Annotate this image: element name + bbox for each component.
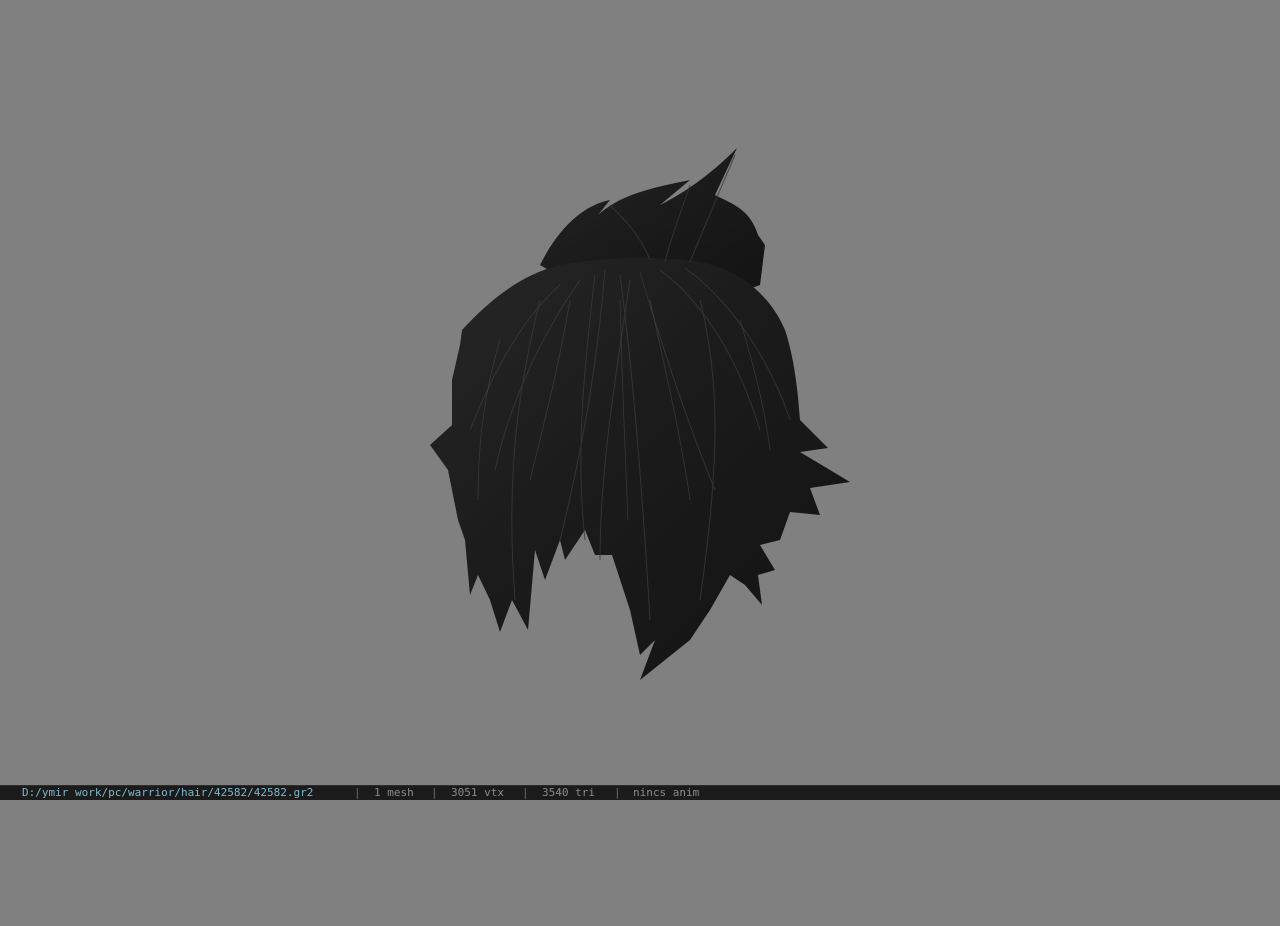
status-file-path: D:/ymir work/pc/warrior/hair/42582/42582… xyxy=(22,786,314,799)
3d-viewport[interactable] xyxy=(0,0,1280,785)
status-bar: D:/ymir work/pc/warrior/hair/42582/42582… xyxy=(0,785,1280,800)
status-anim: nincs anim xyxy=(633,786,700,799)
status-separator: | xyxy=(614,786,621,799)
status-triangle-count: 3540 tri xyxy=(542,786,595,799)
status-vertex-count: 3051 vtx xyxy=(451,786,504,799)
hair-model[interactable] xyxy=(0,0,1280,785)
status-mesh-count: 1 mesh xyxy=(374,786,414,799)
status-separator: | xyxy=(354,786,361,799)
status-separator: | xyxy=(431,786,438,799)
status-separator: | xyxy=(522,786,529,799)
